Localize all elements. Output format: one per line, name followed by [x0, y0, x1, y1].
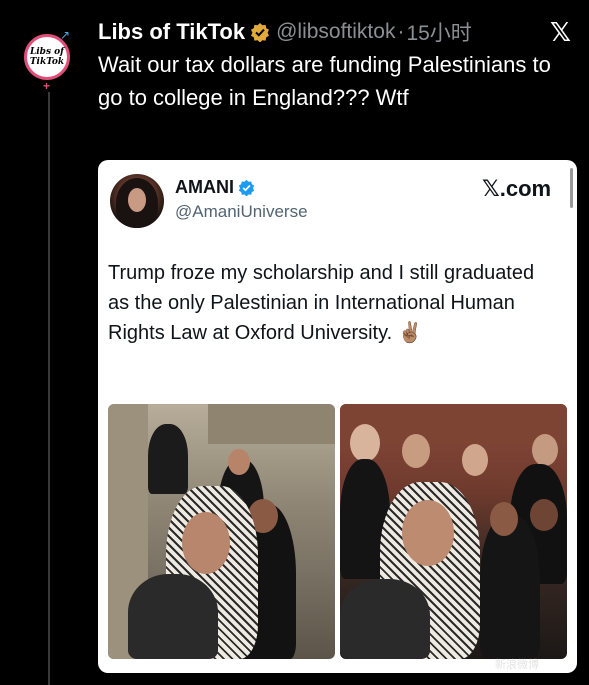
watermark: 新浪微博	[495, 659, 539, 671]
tweet-header: Libs of TikTok @libsoftiktok · 15小时	[98, 18, 472, 46]
thread-line	[48, 92, 50, 685]
quoted-tweet-card[interactable]: AMANI @AmaniUniverse 𝕏.com Trump froze m…	[98, 160, 577, 673]
tweet-text: Wait our tax dollars are funding Palesti…	[98, 52, 551, 110]
source-label: 𝕏.com	[482, 176, 552, 201]
author-avatar[interactable]: ↗ Libs of TikTok +	[22, 28, 76, 93]
quoted-author[interactable]: AMANI	[175, 177, 255, 198]
quoted-avatar[interactable]	[110, 174, 164, 228]
scrollbar[interactable]	[570, 168, 573, 208]
photo-street-selfie[interactable]	[108, 404, 335, 659]
author-name[interactable]: Libs of TikTok	[98, 19, 245, 45]
avatar-logo-text: Libs of TikTok	[29, 47, 65, 67]
blue-verified-badge-icon	[238, 179, 255, 197]
photo-group-selfie[interactable]	[340, 404, 567, 659]
separator-dot: ·	[397, 20, 405, 43]
x-logo-icon[interactable]: 𝕏	[550, 17, 571, 48]
avatar-logo: Libs of TikTok	[24, 34, 70, 80]
quoted-author-name: AMANI	[175, 177, 234, 197]
female-symbol-icon: +	[43, 79, 51, 93]
quoted-text: Trump froze my scholarship and I still g…	[108, 262, 535, 344]
author-handle[interactable]: @libsoftiktok	[276, 20, 395, 44]
gold-verified-badge-icon[interactable]	[250, 22, 270, 43]
quoted-handle[interactable]: @AmaniUniverse	[175, 202, 308, 222]
tweet-time[interactable]: 15小时	[406, 17, 471, 47]
